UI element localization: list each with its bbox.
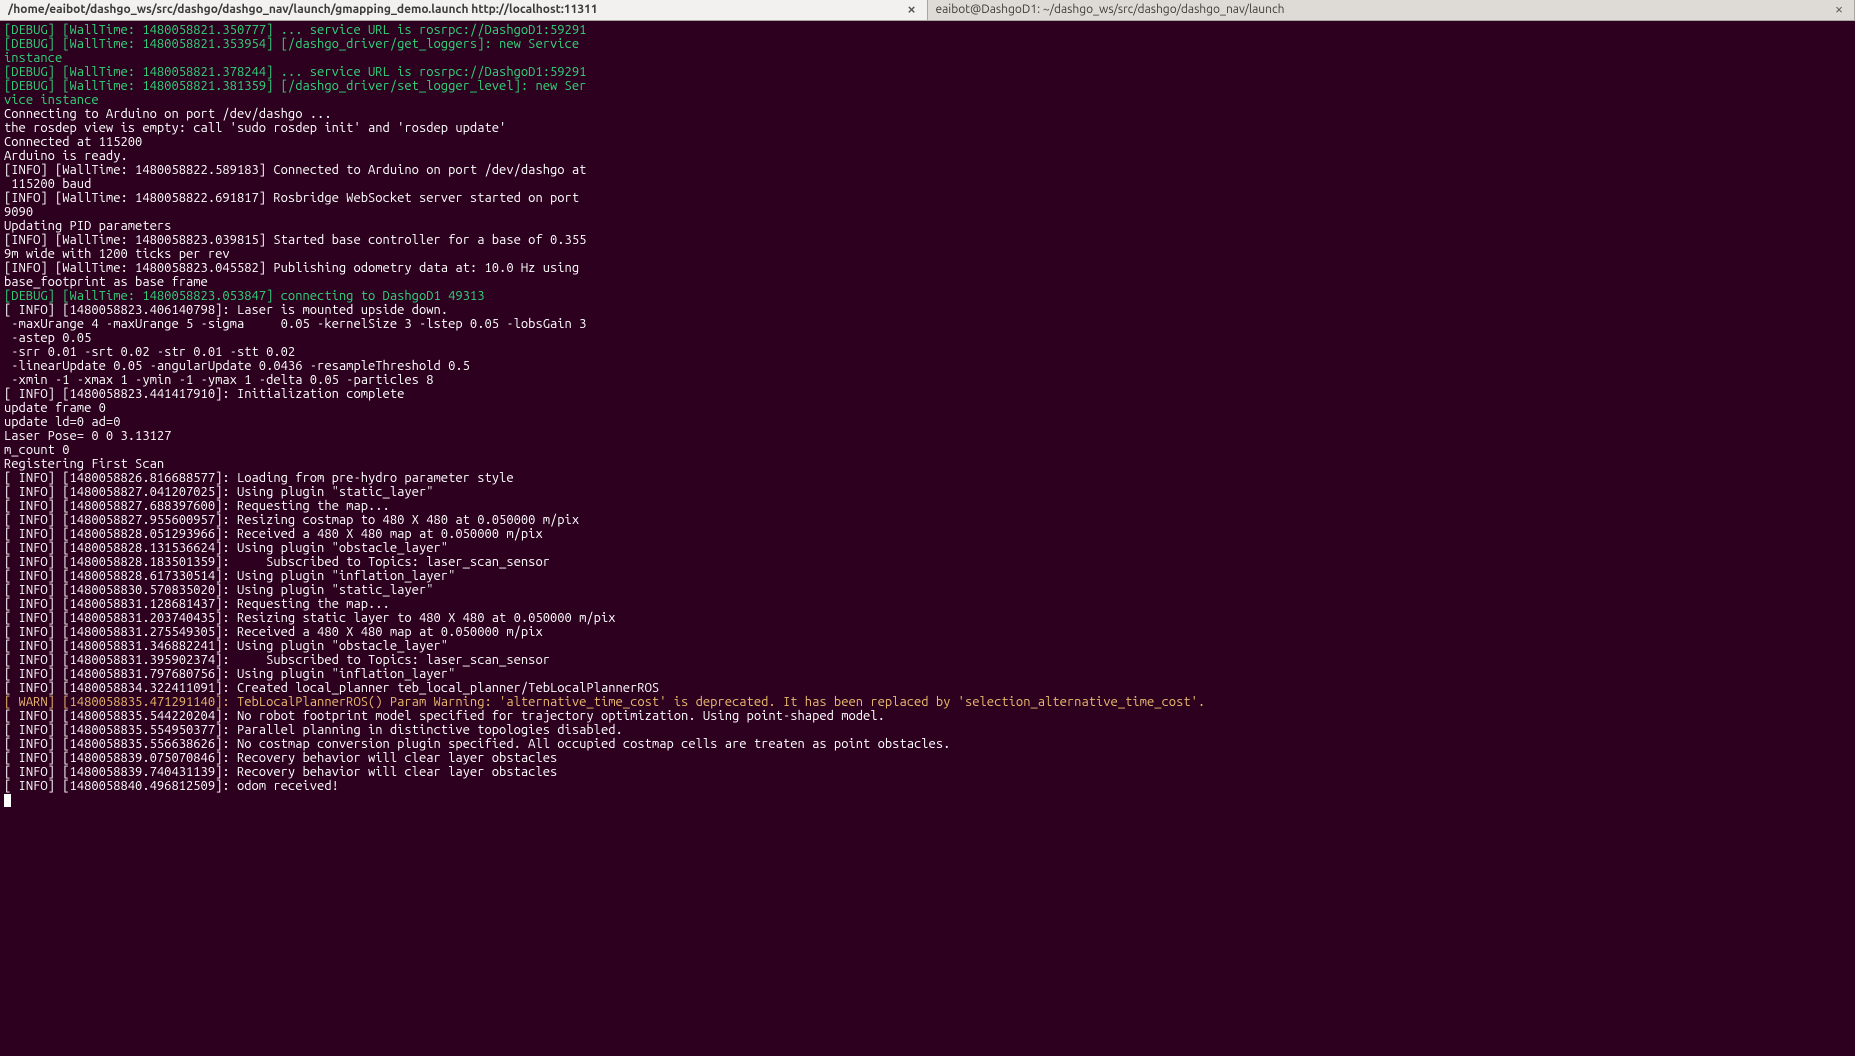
log-line: [ INFO] [1480058831.275549305]: Received… bbox=[4, 625, 1851, 639]
tab-title: /home/eaibot/dashgo_ws/src/dashgo/dashgo… bbox=[8, 3, 899, 17]
log-line: [ WARN] [1480058835.471291140]: TebLocal… bbox=[4, 695, 1851, 709]
log-line: Connecting to Arduino on port /dev/dashg… bbox=[4, 107, 1851, 121]
log-line: [ INFO] [1480058827.041207025]: Using pl… bbox=[4, 485, 1851, 499]
log-line: 9090 bbox=[4, 205, 1851, 219]
log-line: [INFO] [WallTime: 1480058822.691817] Ros… bbox=[4, 191, 1851, 205]
log-line: [DEBUG] [WallTime: 1480058821.378244] ..… bbox=[4, 65, 1851, 79]
tab-title: eaibot@DashgoD1: ~/dashgo_ws/src/dashgo/… bbox=[936, 3, 1827, 17]
log-line: [ INFO] [1480058831.395902374]: Subscrib… bbox=[4, 653, 1851, 667]
log-line: [ INFO] [1480058839.075070846]: Recovery… bbox=[4, 751, 1851, 765]
log-line: [ INFO] [1480058827.688397600]: Requesti… bbox=[4, 499, 1851, 513]
log-line: the rosdep view is empty: call 'sudo ros… bbox=[4, 121, 1851, 135]
log-line: [ INFO] [1480058831.346882241]: Using pl… bbox=[4, 639, 1851, 653]
log-line: [ INFO] [1480058823.406140798]: Laser is… bbox=[4, 303, 1851, 317]
log-line: [DEBUG] [WallTime: 1480058821.353954] [/… bbox=[4, 37, 1851, 51]
prompt-line[interactable] bbox=[4, 793, 1851, 807]
close-icon[interactable]: × bbox=[905, 3, 919, 17]
log-line: [ INFO] [1480058831.128681437]: Requesti… bbox=[4, 597, 1851, 611]
log-line: [ INFO] [1480058827.955600957]: Resizing… bbox=[4, 513, 1851, 527]
log-line: [ INFO] [1480058835.554950377]: Parallel… bbox=[4, 723, 1851, 737]
log-line: update ld=0 ad=0 bbox=[4, 415, 1851, 429]
log-line: [DEBUG] [WallTime: 1480058821.350777] ..… bbox=[4, 23, 1851, 37]
log-line: Connected at 115200 bbox=[4, 135, 1851, 149]
log-line: [ INFO] [1480058826.816688577]: Loading … bbox=[4, 471, 1851, 485]
log-line: [ INFO] [1480058828.617330514]: Using pl… bbox=[4, 569, 1851, 583]
log-line: [ INFO] [1480058828.131536624]: Using pl… bbox=[4, 541, 1851, 555]
log-line: Updating PID parameters bbox=[4, 219, 1851, 233]
terminal-tab-2[interactable]: eaibot@DashgoD1: ~/dashgo_ws/src/dashgo/… bbox=[928, 0, 1855, 20]
log-line: -linearUpdate 0.05 -angularUpdate 0.0436… bbox=[4, 359, 1851, 373]
log-line: [INFO] [WallTime: 1480058822.589183] Con… bbox=[4, 163, 1851, 177]
log-line: [ INFO] [1480058831.797680756]: Using pl… bbox=[4, 667, 1851, 681]
log-line: [INFO] [WallTime: 1480058823.045582] Pub… bbox=[4, 261, 1851, 275]
log-line: [ INFO] [1480058828.183501359]: Subscrib… bbox=[4, 555, 1851, 569]
log-line: [ INFO] [1480058831.203740435]: Resizing… bbox=[4, 611, 1851, 625]
log-line: m_count 0 bbox=[4, 443, 1851, 457]
log-line: Laser Pose= 0 0 3.13127 bbox=[4, 429, 1851, 443]
log-line: 115200 baud bbox=[4, 177, 1851, 191]
log-line: [DEBUG] [WallTime: 1480058823.053847] co… bbox=[4, 289, 1851, 303]
terminal-output[interactable]: [DEBUG] [WallTime: 1480058821.350777] ..… bbox=[0, 21, 1855, 809]
log-line: Registering First Scan bbox=[4, 457, 1851, 471]
log-line: [ INFO] [1480058840.496812509]: odom rec… bbox=[4, 779, 1851, 793]
log-line: [ INFO] [1480058835.544220204]: No robot… bbox=[4, 709, 1851, 723]
log-line: -astep 0.05 bbox=[4, 331, 1851, 345]
log-line: [ INFO] [1480058828.051293966]: Received… bbox=[4, 527, 1851, 541]
tab-bar: /home/eaibot/dashgo_ws/src/dashgo/dashgo… bbox=[0, 0, 1855, 21]
log-line: -srr 0.01 -srt 0.02 -str 0.01 -stt 0.02 bbox=[4, 345, 1851, 359]
log-line: [INFO] [WallTime: 1480058823.039815] Sta… bbox=[4, 233, 1851, 247]
log-line: vice instance bbox=[4, 93, 1851, 107]
log-line: [ INFO] [1480058830.570835020]: Using pl… bbox=[4, 583, 1851, 597]
log-line: Arduino is ready. bbox=[4, 149, 1851, 163]
terminal-tab-1[interactable]: /home/eaibot/dashgo_ws/src/dashgo/dashgo… bbox=[0, 0, 928, 20]
log-line: [ INFO] [1480058823.441417910]: Initiali… bbox=[4, 387, 1851, 401]
log-line: -maxUrange 4 -maxUrange 5 -sigma 0.05 -k… bbox=[4, 317, 1851, 331]
log-line: [ INFO] [1480058834.322411091]: Created … bbox=[4, 681, 1851, 695]
log-line: -xmin -1 -xmax 1 -ymin -1 -ymax 1 -delta… bbox=[4, 373, 1851, 387]
log-line: [ INFO] [1480058839.740431139]: Recovery… bbox=[4, 765, 1851, 779]
cursor bbox=[4, 794, 11, 807]
log-line: 9m wide with 1200 ticks per rev bbox=[4, 247, 1851, 261]
log-line: base_footprint as base frame bbox=[4, 275, 1851, 289]
log-line: [DEBUG] [WallTime: 1480058821.381359] [/… bbox=[4, 79, 1851, 93]
log-line: [ INFO] [1480058835.556638626]: No costm… bbox=[4, 737, 1851, 751]
log-line: update frame 0 bbox=[4, 401, 1851, 415]
close-icon[interactable]: × bbox=[1832, 3, 1846, 17]
log-line: instance bbox=[4, 51, 1851, 65]
